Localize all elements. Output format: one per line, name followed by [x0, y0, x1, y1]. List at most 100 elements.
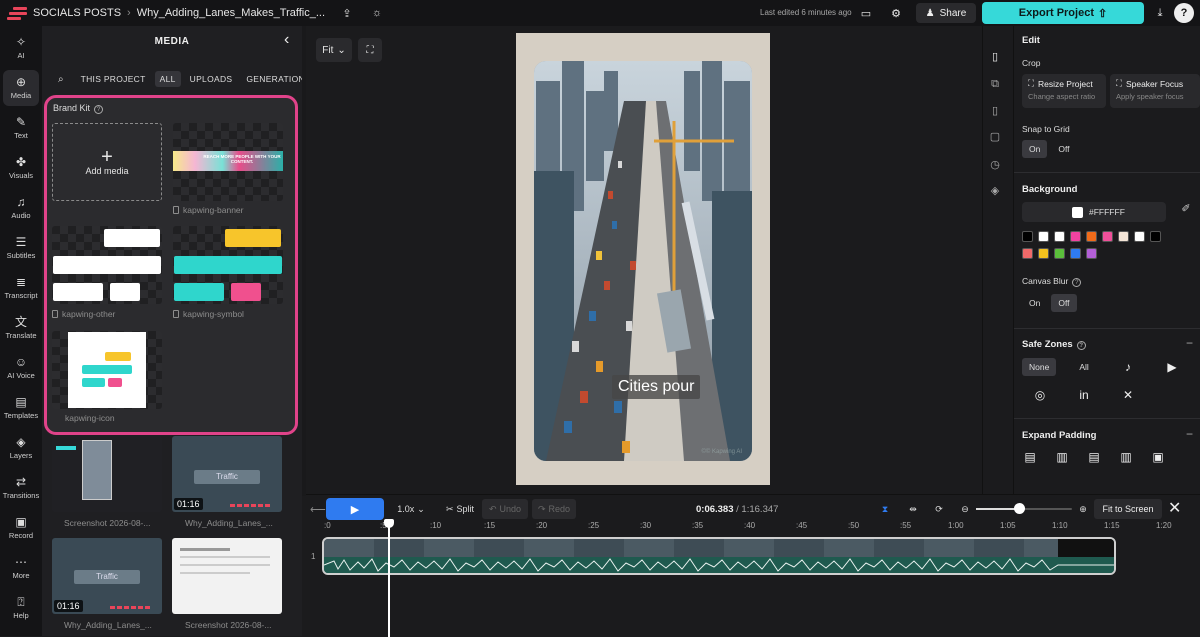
- color-swatch[interactable]: [1102, 231, 1113, 242]
- redo-button[interactable]: ↷ Redo: [532, 499, 576, 519]
- tab-generations[interactable]: GENERATIONS: [241, 71, 302, 87]
- nav-ai[interactable]: ✧ AI: [0, 30, 42, 66]
- nav-templates[interactable]: ▤ Templates: [0, 390, 42, 426]
- color-swatch[interactable]: [1086, 231, 1097, 242]
- tab-uploads[interactable]: UPLOADS: [185, 71, 238, 87]
- x-icon[interactable]: ✕: [1120, 388, 1136, 402]
- video-track-clip[interactable]: [322, 537, 1116, 575]
- color-swatch[interactable]: [1086, 248, 1097, 259]
- color-swatch[interactable]: [1070, 248, 1081, 259]
- instagram-icon[interactable]: ◎: [1032, 388, 1048, 402]
- undo-button[interactable]: ↶ Undo: [482, 499, 528, 519]
- color-swatch[interactable]: [1038, 231, 1049, 242]
- color-swatch[interactable]: [1070, 231, 1081, 242]
- color-swatch[interactable]: [1134, 231, 1145, 242]
- snap-on-button[interactable]: On: [1022, 140, 1048, 158]
- nav-record[interactable]: ▣ Record: [0, 510, 42, 546]
- color-swatch[interactable]: [1022, 248, 1033, 259]
- pad-sides-icon[interactable]: ▥: [1054, 450, 1070, 464]
- lock-icon[interactable]: ⛶: [358, 38, 382, 62]
- stack-icon[interactable]: ◈: [987, 184, 1003, 200]
- speaker-focus-button[interactable]: ⛶ Speaker Focus Apply speaker focus: [1110, 74, 1200, 108]
- fit-dropdown[interactable]: Fit ⌄: [316, 38, 352, 62]
- nav-translate[interactable]: 文 Translate: [0, 310, 42, 346]
- brand-item-icon[interactable]: [52, 331, 162, 409]
- pad-all-icon[interactable]: ▣: [1150, 450, 1166, 464]
- linkedin-icon[interactable]: in: [1076, 388, 1092, 402]
- zoom-knob[interactable]: [1014, 503, 1025, 514]
- kapwing-logo[interactable]: [7, 6, 29, 20]
- nav-text[interactable]: ✎ Text: [0, 110, 42, 146]
- project-title[interactable]: Why_Adding_Lanes_Makes_Traffic_...: [137, 7, 325, 19]
- color-swatch[interactable]: [1038, 248, 1049, 259]
- background-color-input[interactable]: #FFFFFF: [1022, 202, 1166, 222]
- video-frame[interactable]: Cities pour ©© Kapwing AI: [516, 33, 770, 485]
- collapse-panel-icon[interactable]: ‹: [284, 31, 289, 49]
- close-icon[interactable]: ✕: [1168, 498, 1181, 518]
- nav-audio[interactable]: ♫ Audio: [0, 190, 42, 226]
- resize-project-button[interactable]: ⛶ Resize Project Change aspect ratio: [1022, 74, 1106, 108]
- media-thumb-screenshot[interactable]: [52, 436, 162, 512]
- collapse-icon[interactable]: −: [1186, 336, 1193, 350]
- blur-off-button[interactable]: Off: [1051, 294, 1077, 312]
- clock-icon[interactable]: ◷: [987, 158, 1003, 174]
- info-icon[interactable]: ?: [1076, 341, 1086, 350]
- zoom-slider[interactable]: [976, 503, 1072, 514]
- media-thumb-video[interactable]: Traffic 01:16: [172, 436, 282, 512]
- media-thumb-screenshot-2[interactable]: [172, 538, 282, 614]
- collapse-icon[interactable]: −: [1186, 427, 1193, 441]
- youtube-icon[interactable]: ▶: [1164, 360, 1180, 374]
- zoom-in-icon[interactable]: ⊕: [1072, 499, 1094, 519]
- document-icon[interactable]: ▯: [987, 50, 1003, 66]
- brand-item-other[interactable]: [52, 226, 162, 304]
- gear-icon[interactable]: ⚙: [886, 3, 906, 23]
- color-swatch[interactable]: [1054, 248, 1065, 259]
- pad-bottom-icon[interactable]: ▤: [1086, 450, 1102, 464]
- playhead[interactable]: [384, 519, 394, 637]
- tab-this-project[interactable]: THIS PROJECT: [76, 71, 151, 87]
- fit-width-icon[interactable]: ⇹: [902, 499, 924, 519]
- subtitle-caption[interactable]: Cities pour: [612, 375, 701, 399]
- share-button[interactable]: ♟ Share: [916, 3, 976, 23]
- add-media-button[interactable]: + Add media: [52, 123, 162, 201]
- nav-ai-voice[interactable]: ☺ AI Voice: [0, 350, 42, 386]
- nav-transitions[interactable]: ⇄ Transitions: [0, 470, 42, 506]
- nav-visuals[interactable]: ✤ Visuals: [0, 150, 42, 186]
- speed-dropdown[interactable]: 1.0x ⌄: [392, 499, 430, 519]
- color-swatch[interactable]: [1054, 231, 1065, 242]
- magnet-icon[interactable]: ⧗: [874, 499, 896, 519]
- tiktok-icon[interactable]: ♪: [1120, 360, 1136, 374]
- color-swatch[interactable]: [1022, 231, 1033, 242]
- lightbulb-icon[interactable]: ☼: [369, 5, 385, 21]
- eyedropper-icon[interactable]: ✐: [1174, 202, 1198, 222]
- nav-media[interactable]: ⊕ Media: [3, 70, 39, 106]
- safe-zone-all[interactable]: All: [1072, 358, 1095, 376]
- help-button[interactable]: ?: [1174, 3, 1194, 23]
- zoom-out-icon[interactable]: ⊖: [954, 499, 976, 519]
- safe-zone-none[interactable]: None: [1022, 358, 1057, 376]
- snap-off-button[interactable]: Off: [1051, 140, 1076, 158]
- blur-on-button[interactable]: On: [1022, 294, 1047, 312]
- download-icon[interactable]: ⤓: [1150, 3, 1170, 23]
- nav-subtitles[interactable]: ☰ Subtitles: [0, 230, 42, 266]
- color-swatch[interactable]: [1118, 231, 1129, 242]
- brand-item-symbol[interactable]: [173, 226, 283, 304]
- nav-help[interactable]: ⍰ Help: [0, 590, 42, 626]
- copy-icon[interactable]: ⧉: [987, 78, 1003, 94]
- info-icon[interactable]: ?: [94, 105, 104, 114]
- split-button[interactable]: ✂ Split: [442, 499, 478, 519]
- loop-icon[interactable]: ⟳: [928, 499, 950, 519]
- nav-layers[interactable]: ◈ Layers: [0, 430, 42, 466]
- color-swatch[interactable]: [1150, 231, 1161, 242]
- pad-top-icon[interactable]: ▤: [1022, 450, 1038, 464]
- play-button[interactable]: ▶: [326, 498, 384, 520]
- frame-icon[interactable]: ▢: [987, 130, 1003, 146]
- media-thumb-video-2[interactable]: Traffic 01:16: [52, 538, 162, 614]
- nav-more[interactable]: ⋯ More: [0, 550, 42, 586]
- workspace-name[interactable]: SOCIALS POSTS: [33, 7, 121, 19]
- tab-all[interactable]: ALL: [154, 71, 181, 87]
- time-ruler[interactable]: :0 :5 :10 :15 :20 :25 :30 :35 :40 :45 :5…: [322, 519, 1196, 533]
- export-project-button[interactable]: Export Project ⇧: [982, 2, 1144, 24]
- brand-item-banner[interactable]: REACH MORE PEOPLE WITH YOUR CONTENT.: [173, 123, 283, 201]
- info-icon[interactable]: ?: [1072, 278, 1082, 287]
